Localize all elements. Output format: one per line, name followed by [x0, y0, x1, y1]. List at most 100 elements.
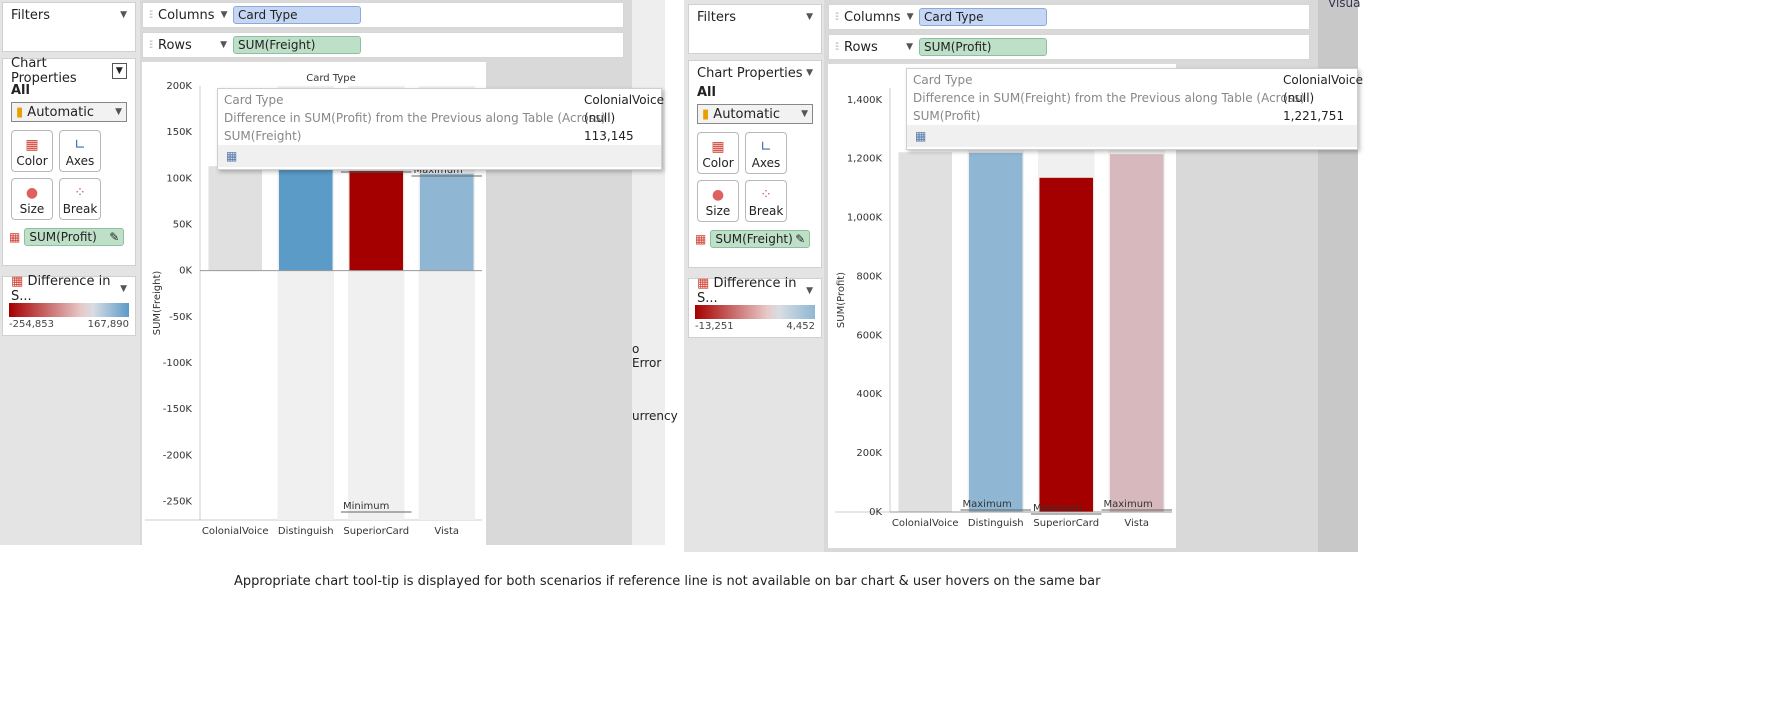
tooltip-key: SUM(Freight): [224, 129, 302, 143]
bar: [1109, 154, 1164, 512]
axes-button[interactable]: ∟ Axes: [745, 132, 787, 174]
chevron-down-icon[interactable]: ▼: [907, 12, 914, 22]
axes-icon: ∟: [760, 139, 772, 155]
color-field-icon: ▦: [9, 230, 21, 244]
left-chart-properties: Chart Properties ▼ All ▮ Automatic ▼ ▦ Colo…: [2, 56, 136, 266]
tooltip-value: 113,145: [584, 129, 634, 143]
edit-icon[interactable]: ✎: [109, 230, 119, 244]
tooltip-key: Card Type: [913, 73, 973, 87]
chevron-down-icon[interactable]: ▼: [806, 286, 813, 296]
left-filters-panel: Filters ▼: [2, 2, 136, 52]
left-rows-shelf: ⫶⫶ Rows ▼ SUM(Freight): [142, 32, 624, 58]
tooltip-key: Difference in SUM(Profit) from the Previ…: [224, 111, 606, 125]
x-tick-label: SuperiorCard: [1033, 518, 1099, 529]
rows-pill[interactable]: SUM(Profit): [919, 38, 1047, 56]
color-button[interactable]: ▦ Color: [697, 132, 739, 174]
right-columns-shelf: ⫶⫶ Columns ▼ Card Type: [828, 4, 1310, 30]
y-tick-label: 400K: [856, 389, 882, 400]
y-tick-label: 50K: [173, 220, 193, 231]
chevron-down-icon[interactable]: ▼: [111, 63, 127, 79]
bar: [208, 166, 263, 271]
tooltip-value: (null): [584, 111, 616, 125]
tooltip-key: Difference in SUM(Freight) from the Prev…: [913, 91, 1305, 105]
left-right-strip: [632, 0, 665, 545]
legend-min: -254,853: [9, 319, 54, 330]
right-screenshot: Visua Filters ▼ Chart Properties ▼ All ▮ A…: [684, 0, 1363, 552]
chart-title: Card Type: [306, 73, 356, 84]
y-tick-label: -100K: [163, 358, 193, 369]
axes-button[interactable]: ∟ Axes: [59, 130, 101, 172]
color-field-pill[interactable]: SUM(Profit) ✎: [24, 228, 125, 246]
chevron-down-icon[interactable]: ▼: [906, 42, 913, 52]
x-tick-label: Vista: [1124, 518, 1149, 529]
color-icon: ▦: [25, 137, 39, 153]
mark-type-select[interactable]: ▮ Automatic ▼: [11, 102, 127, 122]
columns-pill[interactable]: Card Type: [919, 8, 1047, 26]
break-icon: ⁘: [74, 185, 86, 201]
left-tooltip: Card Type ColonialVoice Difference in SUM…: [217, 88, 664, 170]
rows-label: Rows: [158, 37, 192, 53]
chart-properties-label: Chart Properties: [11, 56, 77, 86]
right-tooltip: Card Type ColonialVoice Difference in SUM…: [906, 68, 1363, 150]
tooltip-value: ColonialVoice: [584, 93, 664, 107]
right-rows-shelf: ⫶⫶ Rows ▼ SUM(Profit): [828, 34, 1310, 60]
tooltip-value: 1,221,751: [1283, 109, 1345, 123]
bar: [419, 173, 474, 271]
color-field-pill[interactable]: SUM(Freight) ✎: [710, 230, 811, 248]
reference-line-label: Minimum: [343, 501, 389, 512]
tooltip-footer: ▦: [907, 125, 1357, 147]
tooltip-key: SUM(Profit): [913, 109, 981, 123]
left-legend: ▦ Difference in S... ▼ -254,853 167,890: [2, 274, 136, 336]
grip-icon: ⫶⫶: [149, 9, 153, 21]
y-tick-label: -50K: [169, 312, 192, 323]
edit-icon[interactable]: ✎: [795, 232, 805, 246]
tooltip-footer: ▦: [218, 145, 661, 167]
table-icon[interactable]: ▦: [915, 129, 926, 143]
rows-pill[interactable]: SUM(Freight): [233, 36, 361, 54]
reference-line-label: Maximum: [1104, 499, 1153, 510]
x-tick-label: Distinguish: [278, 526, 334, 537]
left-bg-text-1: o Error: [632, 342, 662, 370]
right-filters-panel: Filters ▼: [688, 4, 822, 54]
bar: [278, 169, 333, 271]
bar: [349, 170, 404, 271]
table-icon[interactable]: ▦: [226, 149, 237, 163]
chevron-down-icon[interactable]: ▼: [806, 12, 813, 22]
break-button[interactable]: ⁘ Break: [745, 180, 787, 222]
y-tick-label: -250K: [163, 497, 193, 508]
mark-type-select[interactable]: ▮ Automatic ▼: [697, 104, 813, 124]
legend-max: 4,452: [786, 321, 815, 332]
y-tick-label: 1,200K: [847, 154, 883, 165]
right-chart-properties: Chart Properties ▼ All ▮ Automatic ▼ ▦ Colo…: [688, 60, 822, 268]
y-tick-label: 800K: [856, 271, 882, 282]
y-tick-label: 0K: [869, 507, 882, 518]
legend-min: -13,251: [695, 321, 734, 332]
left-columns-shelf: ⫶⫶ Columns ▼ Card Type: [142, 2, 624, 28]
color-field-icon: ▦: [695, 232, 707, 246]
right-legend: ▦ Difference in S... ▼ -13,251 4,452: [688, 276, 822, 338]
columns-label: Columns: [158, 7, 215, 23]
left-screenshot: o Error urrency Filters ▼ Chart Propertie…: [0, 0, 678, 545]
size-button[interactable]: ● Size: [11, 178, 53, 220]
columns-pill[interactable]: Card Type: [233, 6, 361, 24]
chevron-down-icon[interactable]: ▼: [120, 10, 127, 20]
chevron-down-icon[interactable]: ▼: [221, 10, 228, 20]
break-button[interactable]: ⁘ Break: [59, 178, 101, 220]
legend-color-ramp: [695, 305, 815, 319]
y-axis-label: SUM(Profit): [836, 272, 847, 328]
chevron-down-icon[interactable]: ▼: [220, 40, 227, 50]
left-bg-text-2: urrency: [632, 409, 678, 423]
filters-label: Filters: [697, 9, 736, 25]
grip-icon: ⫶⫶: [149, 39, 153, 51]
size-button[interactable]: ● Size: [697, 180, 739, 222]
y-tick-label: 600K: [856, 330, 882, 341]
filters-label: Filters: [11, 7, 50, 23]
legend-max: 167,890: [87, 319, 129, 330]
legend-color-ramp: [9, 303, 129, 317]
size-icon: ●: [25, 185, 39, 201]
color-button[interactable]: ▦ Color: [11, 130, 53, 172]
legend-title: ▦ Difference in S...: [11, 274, 111, 304]
chevron-down-icon[interactable]: ▼: [120, 284, 127, 294]
chevron-down-icon[interactable]: ▼: [806, 68, 813, 78]
y-tick-label: 200K: [166, 81, 192, 92]
